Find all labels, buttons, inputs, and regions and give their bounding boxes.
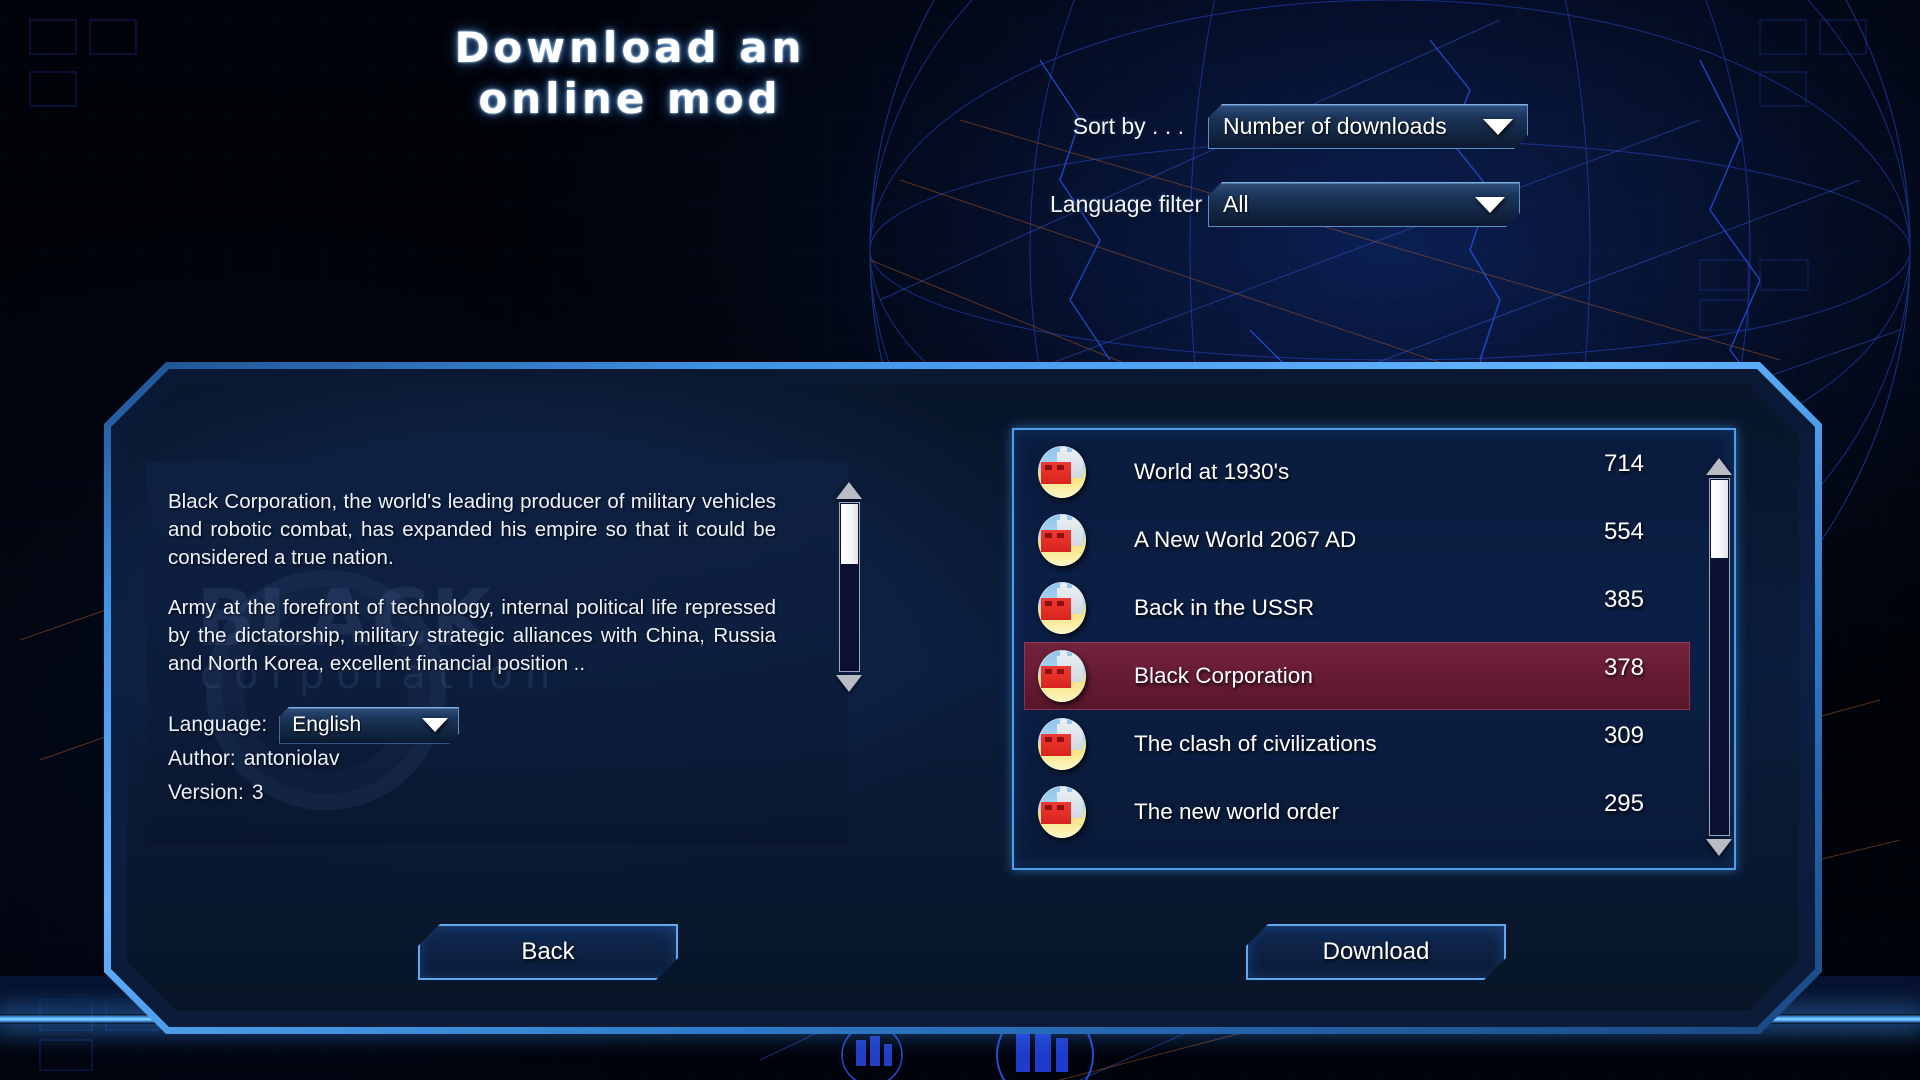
sort-by-value: Number of downloads xyxy=(1223,113,1447,139)
chevron-down-icon xyxy=(422,718,448,732)
language-label: Language: xyxy=(168,712,268,736)
mod-list-row[interactable]: The clash of civilizations 309 xyxy=(1024,710,1690,778)
mod-download-count: 385 xyxy=(1603,586,1644,613)
description-paragraph-1: Black Corporation, the world's leading p… xyxy=(168,490,776,570)
scroll-down-arrow-icon[interactable] xyxy=(1706,839,1732,856)
mod-name: Black Corporation xyxy=(1134,663,1313,688)
metadata-author-row: Author: antoniolav xyxy=(168,742,768,776)
mod-list-row[interactable]: Back in the USSR 385 xyxy=(1024,574,1690,642)
author-label: Author: xyxy=(168,746,236,770)
mod-download-count: 554 xyxy=(1603,518,1644,545)
mod-list-scrollbar[interactable] xyxy=(1706,458,1732,856)
mod-download-count: 378 xyxy=(1603,654,1644,681)
author-value: antoniolav xyxy=(243,746,340,770)
scroll-down-arrow-icon[interactable] xyxy=(836,675,862,692)
download-button-label: Download xyxy=(1322,938,1430,965)
mod-badge-icon xyxy=(1038,786,1086,838)
mod-download-count: 309 xyxy=(1603,722,1644,749)
game-screen: Download an online mod Sort by . . . Num… xyxy=(0,0,1920,1080)
version-value: 3 xyxy=(251,780,264,804)
mod-list-scroll-thumb[interactable] xyxy=(1710,480,1728,559)
mod-name: The clash of civilizations xyxy=(1134,731,1377,756)
description-scroll-track[interactable] xyxy=(838,502,860,672)
sort-by-label: Sort by . . . xyxy=(1072,113,1184,139)
mod-list: World at 1930's 714 A New World 2067 AD 554… xyxy=(1024,438,1690,860)
mod-name: The new world order xyxy=(1134,799,1340,824)
chevron-down-icon xyxy=(1483,119,1513,135)
mod-description-text: Black Corporation, the world's leading p… xyxy=(168,488,776,678)
mod-language-value: English xyxy=(292,712,362,736)
page-title-line2: online mod xyxy=(478,74,782,124)
sort-by-control: Sort by . . . Number of downloads xyxy=(1050,104,1528,149)
description-paragraph-2: Army at the forefront of technology, int… xyxy=(168,596,776,676)
language-filter-value: All xyxy=(1223,191,1249,217)
mod-list-panel: World at 1930's 714 A New World 2067 AD 554… xyxy=(1012,428,1736,870)
page-title-line1: Download an xyxy=(454,23,806,72)
version-label: Version: xyxy=(168,780,244,804)
chevron-down-icon xyxy=(1475,197,1505,213)
mod-badge-icon xyxy=(1038,718,1086,770)
mod-name: A New World 2067 AD xyxy=(1134,527,1357,552)
page-title: Download an online mod xyxy=(320,22,940,124)
mod-list-scroll-track[interactable] xyxy=(1708,478,1730,836)
description-scrollbar[interactable] xyxy=(836,482,862,692)
mod-description-panel: BLACK corporation Black Corporation, the… xyxy=(146,462,848,844)
mod-metadata: Language: English Author: antoniolav Ver… xyxy=(168,708,768,810)
back-button[interactable]: Back xyxy=(418,924,678,980)
mod-badge-icon xyxy=(1038,514,1086,566)
mod-name: Back in the USSR xyxy=(1134,595,1315,620)
mod-name: World at 1930's xyxy=(1134,459,1290,484)
scroll-up-arrow-icon[interactable] xyxy=(836,482,862,499)
scroll-up-arrow-icon[interactable] xyxy=(1706,458,1732,475)
mod-list-row[interactable]: Black Corporation 378 xyxy=(1024,642,1690,710)
metadata-version-row: Version: 3 xyxy=(168,776,768,810)
back-button-label: Back xyxy=(521,938,575,965)
mod-list-row[interactable]: A New World 2067 AD 554 xyxy=(1024,506,1690,574)
mod-badge-icon xyxy=(1038,650,1086,702)
mod-list-row[interactable]: The new world order 295 xyxy=(1024,778,1690,846)
mod-badge-icon xyxy=(1038,582,1086,634)
sort-by-dropdown[interactable]: Number of downloads xyxy=(1208,104,1528,149)
language-filter-label: Language filter xyxy=(1050,191,1203,217)
metadata-language-row: Language: English xyxy=(168,708,768,742)
language-filter-dropdown[interactable]: All xyxy=(1208,182,1520,227)
download-button[interactable]: Download xyxy=(1246,924,1506,980)
language-filter-control: Language filter All xyxy=(1050,182,1520,227)
mod-download-count: 714 xyxy=(1603,450,1644,477)
mod-download-count: 295 xyxy=(1603,790,1644,817)
description-scroll-thumb[interactable] xyxy=(840,504,858,565)
mod-language-dropdown[interactable]: English xyxy=(279,707,459,744)
mod-badge-icon xyxy=(1038,446,1086,498)
mod-list-row[interactable]: World at 1930's 714 xyxy=(1024,438,1690,506)
